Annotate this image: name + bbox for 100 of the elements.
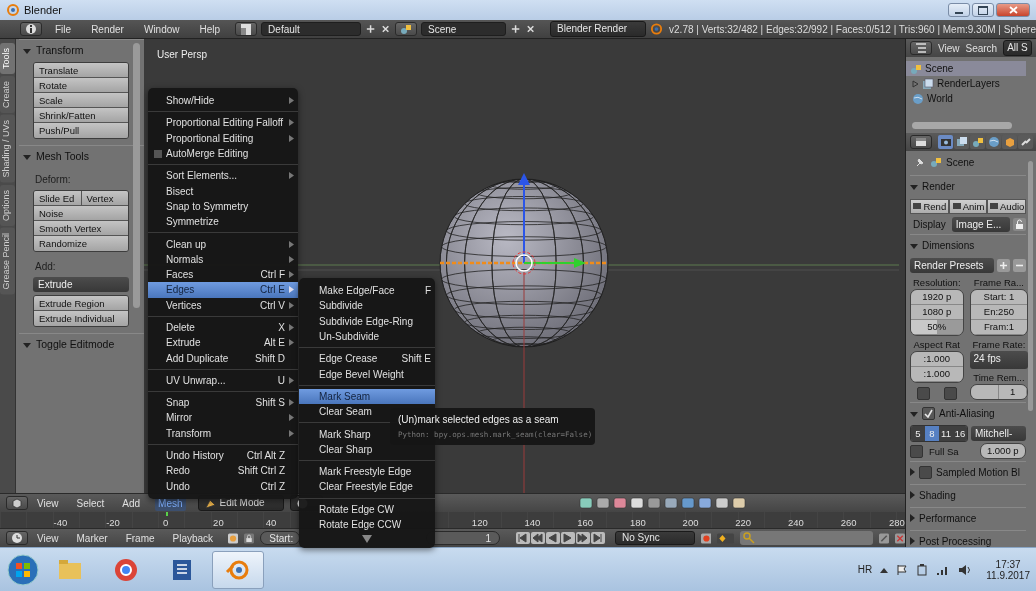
remove-icon[interactable] bbox=[1013, 258, 1026, 272]
number-field[interactable]: 1.000 p bbox=[979, 443, 1026, 459]
menu-item[interactable]: Search bbox=[965, 40, 998, 56]
tab[interactable]: Create bbox=[0, 76, 15, 114]
maximize-button[interactable] bbox=[972, 3, 994, 17]
menu-item[interactable]: Show/Hide bbox=[148, 93, 298, 109]
tool-button[interactable]: Slide Ed bbox=[34, 191, 82, 206]
menu-item[interactable]: File bbox=[52, 21, 75, 37]
play-reverse-icon[interactable] bbox=[546, 532, 561, 544]
number-field[interactable]: En:250 bbox=[970, 305, 1028, 320]
editor-type-button[interactable] bbox=[910, 135, 932, 149]
menu-item[interactable]: Edges Ctrl E bbox=[148, 282, 298, 298]
remove-icon[interactable] bbox=[379, 23, 391, 35]
sample-button[interactable]: 8 bbox=[925, 425, 939, 441]
menu-item[interactable]: Mark Freestyle Edge bbox=[299, 463, 435, 480]
expanded-triangle-icon[interactable] bbox=[23, 342, 31, 348]
checkbox[interactable] bbox=[919, 465, 932, 479]
scene-button[interactable] bbox=[395, 22, 417, 36]
number-field[interactable]: :1.000 bbox=[911, 352, 963, 367]
remove-icon[interactable] bbox=[894, 531, 905, 545]
language-indicator[interactable]: HR bbox=[857, 564, 873, 575]
lock-icon[interactable] bbox=[244, 531, 255, 545]
collapsed-triangle-icon[interactable] bbox=[910, 491, 915, 499]
menu-item[interactable]: Un-Subdivide bbox=[299, 328, 435, 345]
menu-item[interactable]: Delete X bbox=[148, 319, 298, 336]
tree-item[interactable]: World bbox=[906, 91, 1026, 106]
add-icon[interactable] bbox=[509, 23, 521, 35]
checkbox[interactable] bbox=[916, 387, 930, 400]
render-button[interactable]: Audio bbox=[987, 198, 1026, 214]
number-field[interactable]: :1.000 bbox=[911, 367, 963, 382]
collapsed-triangle-icon[interactable] bbox=[910, 514, 915, 522]
minimize-button[interactable] bbox=[948, 3, 970, 17]
frame-rate-dropdown[interactable]: 24 fps bbox=[969, 351, 1029, 369]
number-field[interactable] bbox=[970, 385, 999, 399]
tool-button[interactable]: Extrude Individual bbox=[34, 311, 128, 326]
editor-type-button[interactable] bbox=[20, 22, 42, 36]
keying-set-field[interactable] bbox=[740, 531, 873, 545]
scrollbar[interactable] bbox=[912, 122, 1012, 129]
clock-date[interactable]: 11.9.2017 bbox=[986, 569, 1030, 581]
display-dropdown[interactable]: Image E... bbox=[951, 216, 1010, 232]
menu-item[interactable]: View bbox=[34, 530, 62, 546]
menu-item[interactable]: Select bbox=[73, 495, 108, 511]
tab[interactable]: Shading / UVs bbox=[0, 115, 15, 183]
menu-item[interactable]: Bisect bbox=[148, 183, 298, 199]
clock-time[interactable]: 17:37 bbox=[995, 558, 1021, 570]
render-button[interactable]: Rend bbox=[910, 198, 949, 214]
lock-icon[interactable] bbox=[1013, 217, 1026, 231]
checkbox[interactable] bbox=[943, 387, 957, 400]
filter-dropdown[interactable]: All S bbox=[1003, 40, 1032, 56]
menu-item[interactable]: Faces Ctrl F bbox=[148, 266, 298, 283]
menu-item[interactable]: Symmetrize bbox=[148, 214, 298, 230]
tool-button[interactable]: Randomize bbox=[34, 236, 128, 251]
flag-icon[interactable] bbox=[896, 563, 909, 576]
menu-item[interactable]: Vertices Ctrl V bbox=[148, 297, 298, 313]
menu-item[interactable]: Clear Freestyle Edge bbox=[299, 479, 435, 495]
presets-dropdown[interactable]: Render Presets bbox=[910, 257, 994, 273]
editor-type-button[interactable] bbox=[6, 531, 28, 545]
scrollbar[interactable] bbox=[1028, 161, 1033, 411]
menu-item[interactable]: Snap Shift S bbox=[148, 395, 298, 411]
tab[interactable]: Options bbox=[0, 184, 15, 226]
tool-button[interactable]: Shrink/Fatten bbox=[34, 108, 128, 123]
menu-item[interactable]: AutoMerge Editing bbox=[148, 145, 298, 162]
menu-item[interactable]: Render bbox=[88, 21, 127, 37]
properties-tab[interactable] bbox=[1018, 135, 1033, 149]
render-button[interactable]: Anim bbox=[948, 198, 988, 214]
dropdown[interactable]: Extrude bbox=[33, 277, 129, 292]
render-engine-dropdown[interactable]: Blender Render bbox=[550, 21, 647, 37]
close-button[interactable] bbox=[996, 3, 1030, 17]
sync-dropdown[interactable]: No Sync bbox=[615, 531, 695, 545]
properties-tab[interactable] bbox=[986, 135, 1001, 149]
number-field[interactable]: Fram:1 bbox=[970, 320, 1028, 335]
tool-button[interactable]: Smooth Vertex bbox=[34, 221, 128, 236]
tool-button[interactable]: Noise bbox=[34, 206, 128, 221]
menu-item[interactable]: Normals bbox=[148, 251, 298, 267]
scene-field[interactable]: Scene bbox=[421, 22, 506, 36]
menu-item[interactable]: Frame bbox=[122, 530, 158, 546]
properties-tab[interactable] bbox=[970, 135, 985, 149]
menu-item[interactable]: Undo History Ctrl Alt Z bbox=[148, 447, 298, 464]
battery-icon[interactable] bbox=[916, 563, 929, 576]
menu-item[interactable]: Snap to Symmetry bbox=[148, 198, 298, 215]
play-icon[interactable] bbox=[561, 532, 576, 544]
start-button-icon[interactable] bbox=[6, 552, 40, 587]
menu-item[interactable]: Proportional Editing bbox=[148, 130, 298, 146]
next-keyframe-icon[interactable] bbox=[576, 532, 591, 544]
menu-item[interactable]: Mark Seam bbox=[299, 388, 435, 405]
previous-keyframe-icon[interactable] bbox=[531, 532, 546, 544]
menu-item[interactable]: Subdivide Edge-Ring bbox=[299, 313, 435, 329]
tool-button[interactable]: Extrude Region bbox=[34, 296, 128, 311]
scrollbar[interactable] bbox=[133, 43, 140, 308]
pin-icon[interactable] bbox=[914, 156, 926, 168]
menu-item[interactable]: Add Duplicate Shift D bbox=[148, 350, 298, 366]
start-frame-field[interactable]: Start: bbox=[260, 531, 301, 545]
tab[interactable]: Tools bbox=[0, 43, 15, 74]
number-field[interactable]: 1 bbox=[998, 385, 1028, 399]
menu-item[interactable]: Marker bbox=[73, 530, 111, 546]
expanded-triangle-icon[interactable] bbox=[910, 243, 918, 249]
expanded-triangle-icon[interactable] bbox=[23, 154, 31, 160]
percentage-slider[interactable]: 50% bbox=[911, 320, 963, 335]
tree-item[interactable]: RenderLayers bbox=[906, 76, 1026, 91]
tool-button[interactable]: Scale bbox=[34, 93, 128, 108]
